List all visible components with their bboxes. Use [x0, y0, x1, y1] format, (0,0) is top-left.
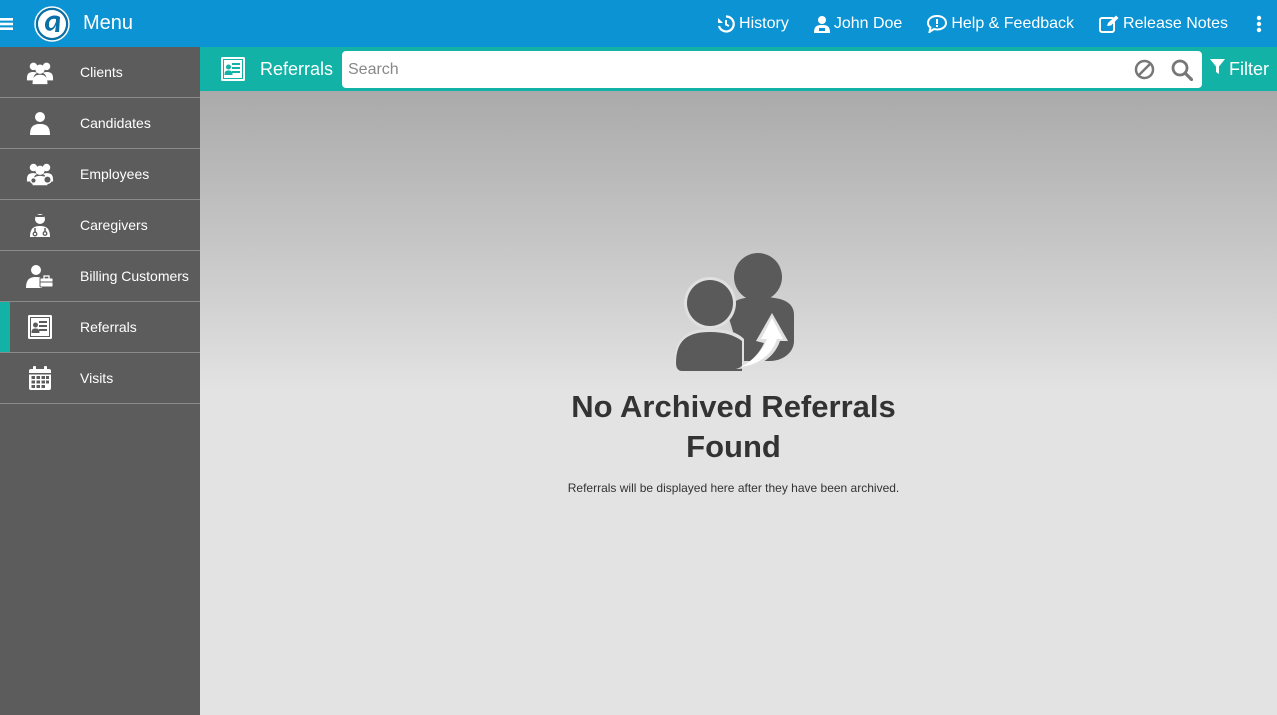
user-profile-button[interactable]: John Doe [813, 14, 903, 33]
billing-customer-icon [26, 262, 54, 290]
clear-search-icon[interactable] [1132, 58, 1156, 82]
caregiver-icon [26, 211, 54, 239]
search-box [342, 51, 1202, 88]
history-icon [717, 14, 735, 33]
edit-icon [1099, 15, 1119, 33]
search-icon[interactable] [1170, 58, 1194, 82]
user-icon [813, 15, 830, 33]
candidate-icon [26, 109, 54, 137]
search-input[interactable] [342, 51, 1132, 88]
referrals-header-icon [220, 56, 246, 82]
empty-state-title: No Archived Referrals Found [571, 389, 896, 464]
menu-title[interactable]: Menu [83, 12, 133, 35]
top-actions: History John Doe Help & Feedback Release… [717, 0, 1277, 47]
sidebar-item-label: Referrals [80, 319, 137, 335]
calendar-icon [26, 364, 54, 392]
employees-icon [26, 160, 54, 188]
sidebar: Clients Candidates Employees Caregivers … [0, 47, 200, 715]
release-notes-label: Release Notes [1123, 14, 1228, 32]
referrals-icon [26, 313, 54, 341]
sidebar-item-referrals[interactable]: Referrals [0, 302, 200, 353]
history-button[interactable]: History [717, 15, 789, 33]
sidebar-item-candidates[interactable]: Candidates [0, 98, 200, 149]
sidebar-item-label: Clients [80, 64, 123, 80]
clients-icon [26, 58, 54, 86]
feedback-icon [927, 14, 948, 33]
sidebar-item-billing-customers[interactable]: Billing Customers [0, 251, 200, 302]
history-label: History [739, 14, 789, 32]
user-name: John Doe [833, 14, 903, 32]
hamburger-menu-icon[interactable] [0, 0, 20, 47]
page-header: Referrals Filter [200, 47, 1277, 91]
page-title: Referrals [260, 58, 334, 79]
sidebar-item-visits[interactable]: Visits [0, 353, 200, 404]
help-feedback-button[interactable]: Help & Feedback [927, 14, 1075, 33]
sidebar-item-label: Caregivers [80, 217, 148, 233]
sidebar-item-employees[interactable]: Employees [0, 149, 200, 200]
empty-state: No Archived Referrals Found Referrals wi… [200, 251, 1267, 495]
release-notes-button[interactable]: Release Notes [1099, 15, 1228, 33]
main-content: No Archived Referrals Found Referrals wi… [200, 91, 1277, 715]
top-bar: Menu History John Doe Help & Feedback Re… [0, 0, 1277, 47]
app-logo[interactable] [34, 5, 70, 42]
filter-label: Filter [1229, 58, 1269, 79]
empty-state-description: Referrals will be displayed here after t… [567, 481, 900, 495]
sidebar-item-caregivers[interactable]: Caregivers [0, 200, 200, 251]
sidebar-item-label: Employees [80, 166, 150, 182]
sidebar-item-label: Visits [80, 370, 114, 386]
filter-icon [1210, 58, 1225, 80]
filter-button[interactable]: Filter [1210, 47, 1269, 91]
sidebar-item-label: Candidates [80, 115, 151, 131]
sidebar-item-clients[interactable]: Clients [0, 47, 200, 98]
sidebar-item-label: Billing Customers [80, 268, 189, 284]
referral-users-icon [672, 251, 796, 375]
help-feedback-label: Help & Feedback [951, 14, 1075, 32]
more-options-icon[interactable] [1256, 15, 1262, 33]
